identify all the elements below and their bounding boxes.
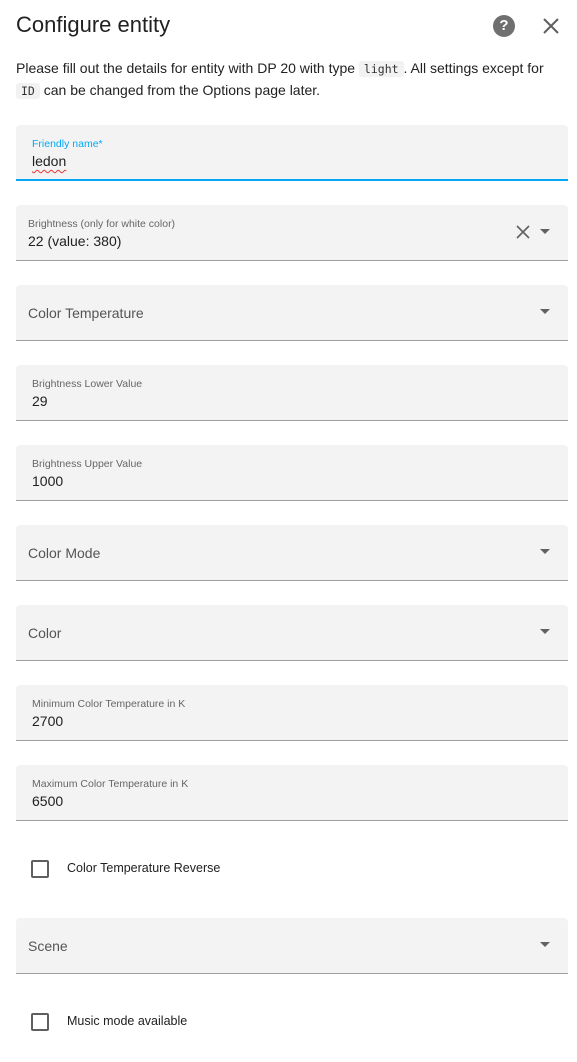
friendly-name-label: Friendly name*	[32, 138, 103, 150]
max-color-temperature-label: Maximum Color Temperature in K	[32, 778, 189, 790]
color-placeholder: Color	[28, 625, 62, 641]
id-code: ID	[16, 83, 40, 99]
color-mode-select[interactable]: Color Mode	[16, 525, 568, 581]
color-select[interactable]: Color	[16, 605, 568, 661]
max-color-temperature-field[interactable]: Maximum Color Temperature in K 6500	[16, 765, 568, 821]
scene-placeholder: Scene	[28, 938, 68, 954]
dialog-header: Configure entity ?	[16, 10, 561, 42]
brightness-upper-field[interactable]: Brightness Upper Value 1000	[16, 445, 568, 501]
color-mode-placeholder: Color Mode	[28, 545, 101, 561]
entity-type-code: light	[358, 61, 404, 77]
clear-icon[interactable]	[516, 225, 530, 239]
brightness-lower-field[interactable]: Brightness Lower Value 29	[16, 365, 568, 421]
help-icon[interactable]: ?	[493, 15, 515, 37]
color-temperature-reverse-label: Color Temperature Reverse	[67, 861, 221, 875]
music-mode-checkbox[interactable]	[31, 1013, 49, 1031]
music-mode-row: Music mode available	[16, 1002, 568, 1042]
min-color-temperature-field[interactable]: Minimum Color Temperature in K 2700	[16, 685, 568, 741]
chevron-down-icon[interactable]	[540, 629, 550, 634]
friendly-name-value[interactable]: ledon	[32, 153, 66, 169]
friendly-name-field[interactable]: Friendly name* ledon	[16, 125, 568, 181]
scene-select[interactable]: Scene	[16, 918, 568, 974]
brightness-lower-value[interactable]: 29	[32, 393, 48, 409]
color-temperature-placeholder: Color Temperature	[28, 305, 144, 321]
brightness-value: 22 (value: 380)	[28, 233, 122, 249]
brightness-select[interactable]: Brightness (only for white color) 22 (va…	[16, 205, 568, 261]
color-temperature-select[interactable]: Color Temperature	[16, 285, 568, 341]
chevron-down-icon[interactable]	[540, 309, 550, 314]
close-icon[interactable]	[541, 16, 561, 36]
color-temperature-reverse-row: Color Temperature Reverse	[16, 849, 568, 889]
dialog-title: Configure entity	[16, 12, 171, 37]
chevron-down-icon[interactable]	[540, 549, 550, 554]
max-color-temperature-value[interactable]: 6500	[32, 793, 63, 809]
brightness-label: Brightness (only for white color)	[28, 218, 176, 230]
brightness-lower-label: Brightness Lower Value	[32, 378, 143, 390]
min-color-temperature-value[interactable]: 2700	[32, 713, 63, 729]
brightness-upper-value[interactable]: 1000	[32, 473, 63, 489]
brightness-upper-label: Brightness Upper Value	[32, 458, 143, 470]
dialog-description: Please fill out the details for entity w…	[16, 60, 544, 99]
chevron-down-icon[interactable]	[540, 229, 550, 234]
min-color-temperature-label: Minimum Color Temperature in K	[32, 698, 186, 710]
color-temperature-reverse-checkbox[interactable]	[31, 860, 49, 878]
chevron-down-icon[interactable]	[540, 942, 550, 947]
music-mode-label: Music mode available	[67, 1014, 188, 1028]
